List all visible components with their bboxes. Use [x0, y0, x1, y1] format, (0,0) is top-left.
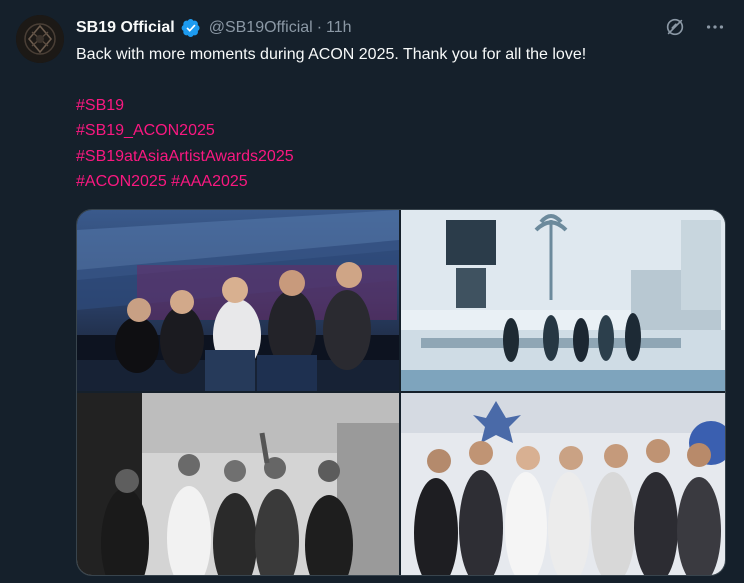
display-name[interactable]: SB19 Official: [76, 19, 175, 37]
photo-group-posing-balloons[interactable]: [401, 393, 725, 575]
more-icon[interactable]: [702, 14, 728, 40]
avatar[interactable]: [16, 15, 64, 63]
hashtag-link[interactable]: #ACON2025: [76, 173, 167, 190]
hashtag-link[interactable]: #SB19: [76, 97, 124, 114]
hashtag-link[interactable]: #SB19atAsiaArtistAwards2025: [76, 148, 294, 165]
hashtag-link[interactable]: #SB19_ACON2025: [76, 122, 215, 139]
timestamp[interactable]: 11h: [326, 19, 352, 37]
hashtag-link[interactable]: #AAA2025: [171, 173, 248, 190]
separator-dot: ·: [316, 19, 323, 36]
handle[interactable]: @SB19Official: [209, 19, 313, 37]
tweet-header: SB19 Official @SB19Official · 11h: [76, 16, 352, 40]
text-spacer: [76, 68, 726, 93]
tweet-actions-top: [662, 14, 728, 40]
tweet-body: Back with more moments during ACON 2025.…: [76, 46, 587, 63]
photo-group-seated-stadium[interactable]: [77, 210, 399, 391]
photo-stage-rehearsal[interactable]: [401, 210, 725, 391]
media-grid: [76, 209, 726, 576]
tweet-text: Back with more moments during ACON 2025.…: [76, 42, 726, 195]
photo-group-bw-backstage[interactable]: [77, 393, 399, 575]
verified-badge-icon: [181, 18, 201, 38]
grok-icon[interactable]: [662, 14, 688, 40]
